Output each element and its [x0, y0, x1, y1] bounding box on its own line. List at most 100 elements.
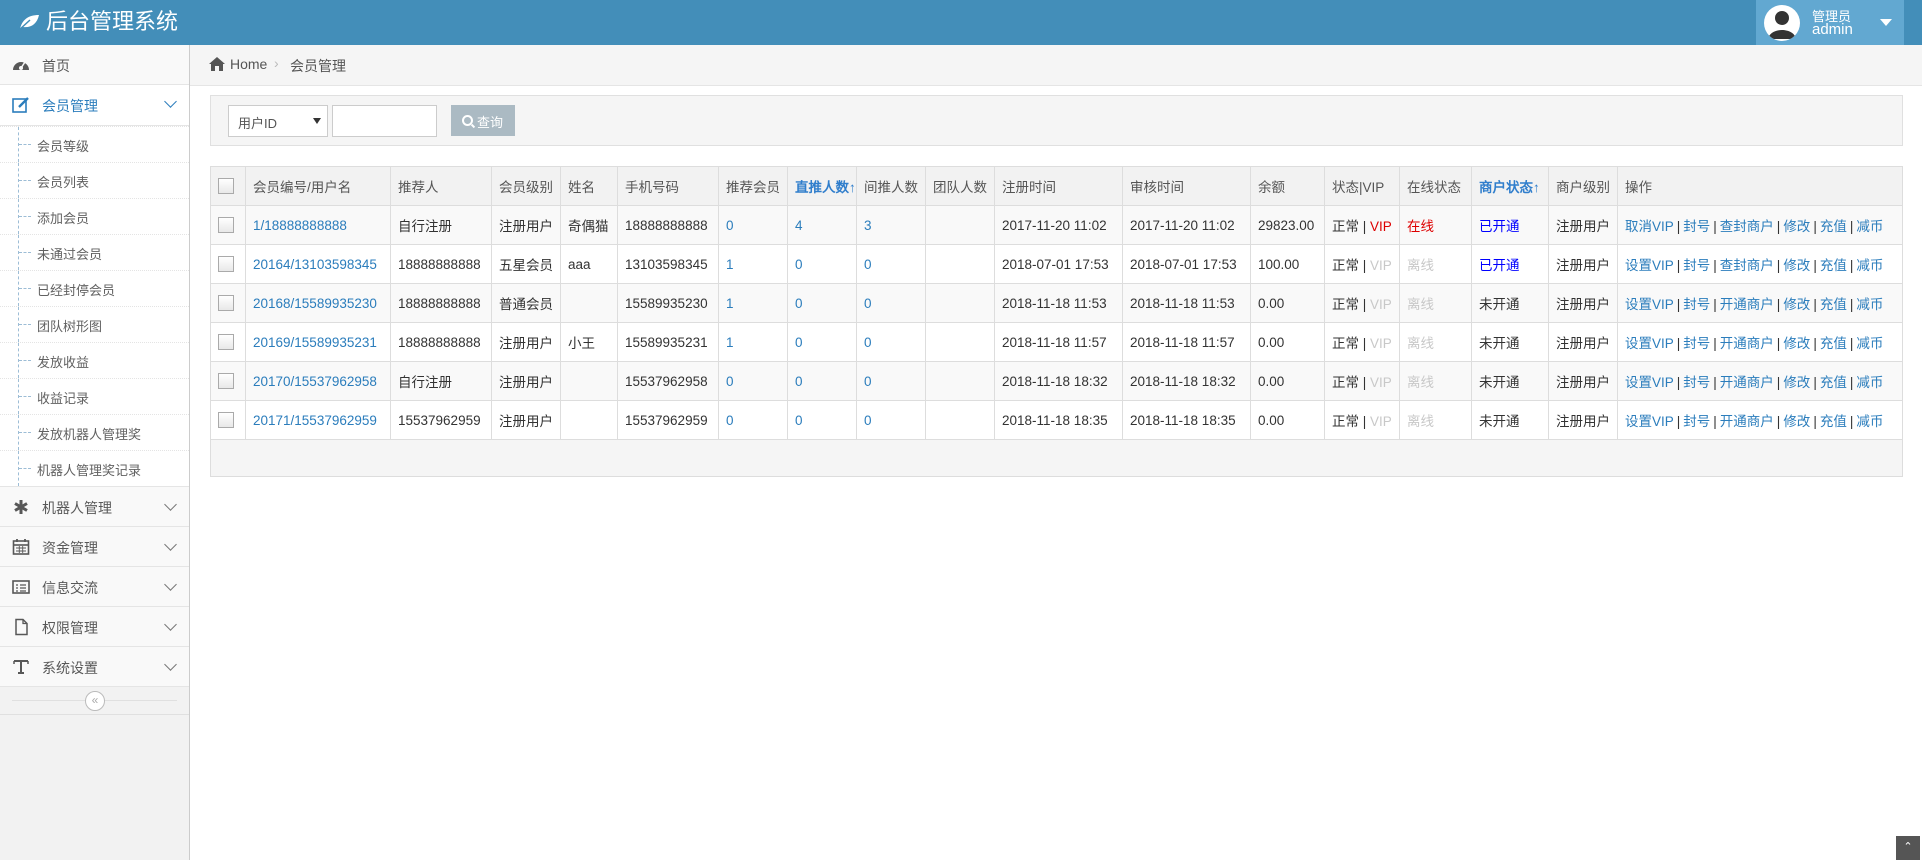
vip-toggle-link[interactable]: 设置VIP [1625, 336, 1674, 351]
vip-toggle-link[interactable]: 取消VIP [1625, 219, 1674, 234]
edit-link[interactable]: 修改 [1783, 375, 1810, 390]
collapse-sidebar-icon[interactable]: « [85, 691, 105, 711]
row-checkbox[interactable] [218, 295, 234, 312]
referred-members-link[interactable]: 1 [726, 257, 734, 272]
search-input[interactable] [332, 105, 437, 137]
ban-link[interactable]: 封号 [1683, 336, 1710, 351]
submenu-item[interactable]: 未通过会员 [0, 234, 189, 270]
merchant-toggle-link[interactable]: 开通商户 [1720, 336, 1774, 351]
member-id-link[interactable]: 20170/15537962958 [253, 374, 377, 389]
recharge-link[interactable]: 充值 [1820, 258, 1847, 273]
indirect-referrals-link[interactable]: 3 [864, 218, 872, 233]
submenu-item[interactable]: 收益记录 [0, 378, 189, 414]
sidebar-item-fund-management[interactable]: 资金管理 [0, 527, 189, 567]
vip-status: VIP [1370, 219, 1392, 234]
status-separator: | [1359, 297, 1371, 312]
recharge-link[interactable]: 充值 [1820, 375, 1847, 390]
row-checkbox[interactable] [218, 373, 234, 390]
deduct-link[interactable]: 减币 [1856, 258, 1883, 273]
indirect-referrals-link[interactable]: 0 [864, 257, 872, 272]
column-header-sortable[interactable]: 直推人数↑ [787, 166, 857, 206]
member-id-link[interactable]: 1/18888888888 [253, 218, 347, 233]
sidebar-item-info-exchange[interactable]: 信息交流 [0, 567, 189, 607]
sidebar-item-member-management[interactable]: 会员管理 [0, 85, 189, 126]
submenu-item[interactable]: 发放机器人管理奖 [0, 414, 189, 450]
merchant-toggle-link[interactable]: 查封商户 [1720, 219, 1774, 234]
select-all-checkbox[interactable] [218, 178, 234, 195]
deduct-link[interactable]: 减币 [1856, 336, 1883, 351]
edit-link[interactable]: 修改 [1783, 219, 1810, 234]
merchant-toggle-link[interactable]: 开通商户 [1720, 297, 1774, 312]
ban-link[interactable]: 封号 [1683, 414, 1710, 429]
direct-referrals-link[interactable]: 0 [795, 296, 803, 311]
vip-toggle-link[interactable]: 设置VIP [1625, 375, 1674, 390]
submenu-item[interactable]: 已经封停会员 [0, 270, 189, 306]
submenu-item[interactable]: 团队树形图 [0, 306, 189, 342]
referred-members-link[interactable]: 0 [726, 374, 734, 389]
edit-link[interactable]: 修改 [1783, 336, 1810, 351]
scroll-to-top-button[interactable]: ⌃ [1896, 836, 1920, 860]
row-checkbox-cell [210, 322, 246, 362]
row-checkbox[interactable] [218, 256, 234, 273]
submenu-item-label: 已经封停会员 [37, 283, 116, 298]
merchant-toggle-link[interactable]: 查封商户 [1720, 258, 1774, 273]
member-id-link[interactable]: 20169/15589935231 [253, 335, 377, 350]
indirect-referrals-link[interactable]: 0 [864, 296, 872, 311]
referred-members-link[interactable]: 1 [726, 296, 734, 311]
sidebar-item-system-settings[interactable]: 系统设置 [0, 647, 189, 687]
table-footer-row [210, 439, 1903, 477]
recharge-link[interactable]: 充值 [1820, 219, 1847, 234]
sidebar-item-permissions[interactable]: 权限管理 [0, 607, 189, 647]
deduct-link[interactable]: 减币 [1856, 297, 1883, 312]
ban-link[interactable]: 封号 [1683, 258, 1710, 273]
search-field-select[interactable]: 用户ID [228, 105, 328, 137]
vip-toggle-link[interactable]: 设置VIP [1625, 258, 1674, 273]
merchant-toggle-link[interactable]: 开通商户 [1720, 414, 1774, 429]
vip-toggle-link[interactable]: 设置VIP [1625, 414, 1674, 429]
query-button[interactable]: 查询 [451, 105, 515, 136]
referred-members-link[interactable]: 0 [726, 218, 734, 233]
deduct-link[interactable]: 减币 [1856, 375, 1883, 390]
submenu-item[interactable]: 会员等级 [0, 126, 189, 162]
deduct-link[interactable]: 减币 [1856, 219, 1883, 234]
ban-link[interactable]: 封号 [1683, 219, 1710, 234]
direct-referrals-link[interactable]: 0 [795, 257, 803, 272]
recharge-link[interactable]: 充值 [1820, 414, 1847, 429]
row-checkbox[interactable] [218, 217, 234, 234]
referred-members-link[interactable]: 0 [726, 413, 734, 428]
referred-members-link[interactable]: 1 [726, 335, 734, 350]
member-id-link[interactable]: 20164/13103598345 [253, 257, 377, 272]
indirect-referrals-link[interactable]: 0 [864, 335, 872, 350]
submenu-item[interactable]: 添加会员 [0, 198, 189, 234]
submenu-item[interactable]: 机器人管理奖记录 [0, 450, 189, 486]
sidebar-item-home[interactable]: 首页 [0, 45, 189, 85]
ban-link[interactable]: 封号 [1683, 375, 1710, 390]
breadcrumb-home-link[interactable]: Home [230, 56, 267, 72]
indirect-referrals-link[interactable]: 0 [864, 413, 872, 428]
brand[interactable]: 后台管理系统 [18, 0, 178, 45]
submenu-item[interactable]: 会员列表 [0, 162, 189, 198]
direct-referrals-link[interactable]: 0 [795, 374, 803, 389]
recharge-link[interactable]: 充值 [1820, 336, 1847, 351]
direct-referrals-link[interactable]: 0 [795, 413, 803, 428]
merchant-toggle-link[interactable]: 开通商户 [1720, 375, 1774, 390]
submenu-item[interactable]: 发放收益 [0, 342, 189, 378]
row-checkbox[interactable] [218, 412, 234, 429]
member-id-link[interactable]: 20171/15537962959 [253, 413, 377, 428]
direct-referrals-link[interactable]: 4 [795, 218, 803, 233]
member-id-link[interactable]: 20168/15589935230 [253, 296, 377, 311]
ban-link[interactable]: 封号 [1683, 297, 1710, 312]
recharge-link[interactable]: 充值 [1820, 297, 1847, 312]
vip-toggle-link[interactable]: 设置VIP [1625, 297, 1674, 312]
deduct-link[interactable]: 减币 [1856, 414, 1883, 429]
direct-referrals-link[interactable]: 0 [795, 335, 803, 350]
row-checkbox[interactable] [218, 334, 234, 351]
referrer-cell: 18888888888 [390, 322, 492, 362]
indirect-referrals-link[interactable]: 0 [864, 374, 872, 389]
edit-link[interactable]: 修改 [1783, 258, 1810, 273]
column-header-sortable[interactable]: 商户状态↑ [1471, 166, 1549, 206]
sidebar-item-robot-management[interactable]: 机器人管理 [0, 487, 189, 527]
user-menu[interactable]: 管理员 admin [1756, 0, 1904, 45]
edit-link[interactable]: 修改 [1783, 414, 1810, 429]
edit-link[interactable]: 修改 [1783, 297, 1810, 312]
